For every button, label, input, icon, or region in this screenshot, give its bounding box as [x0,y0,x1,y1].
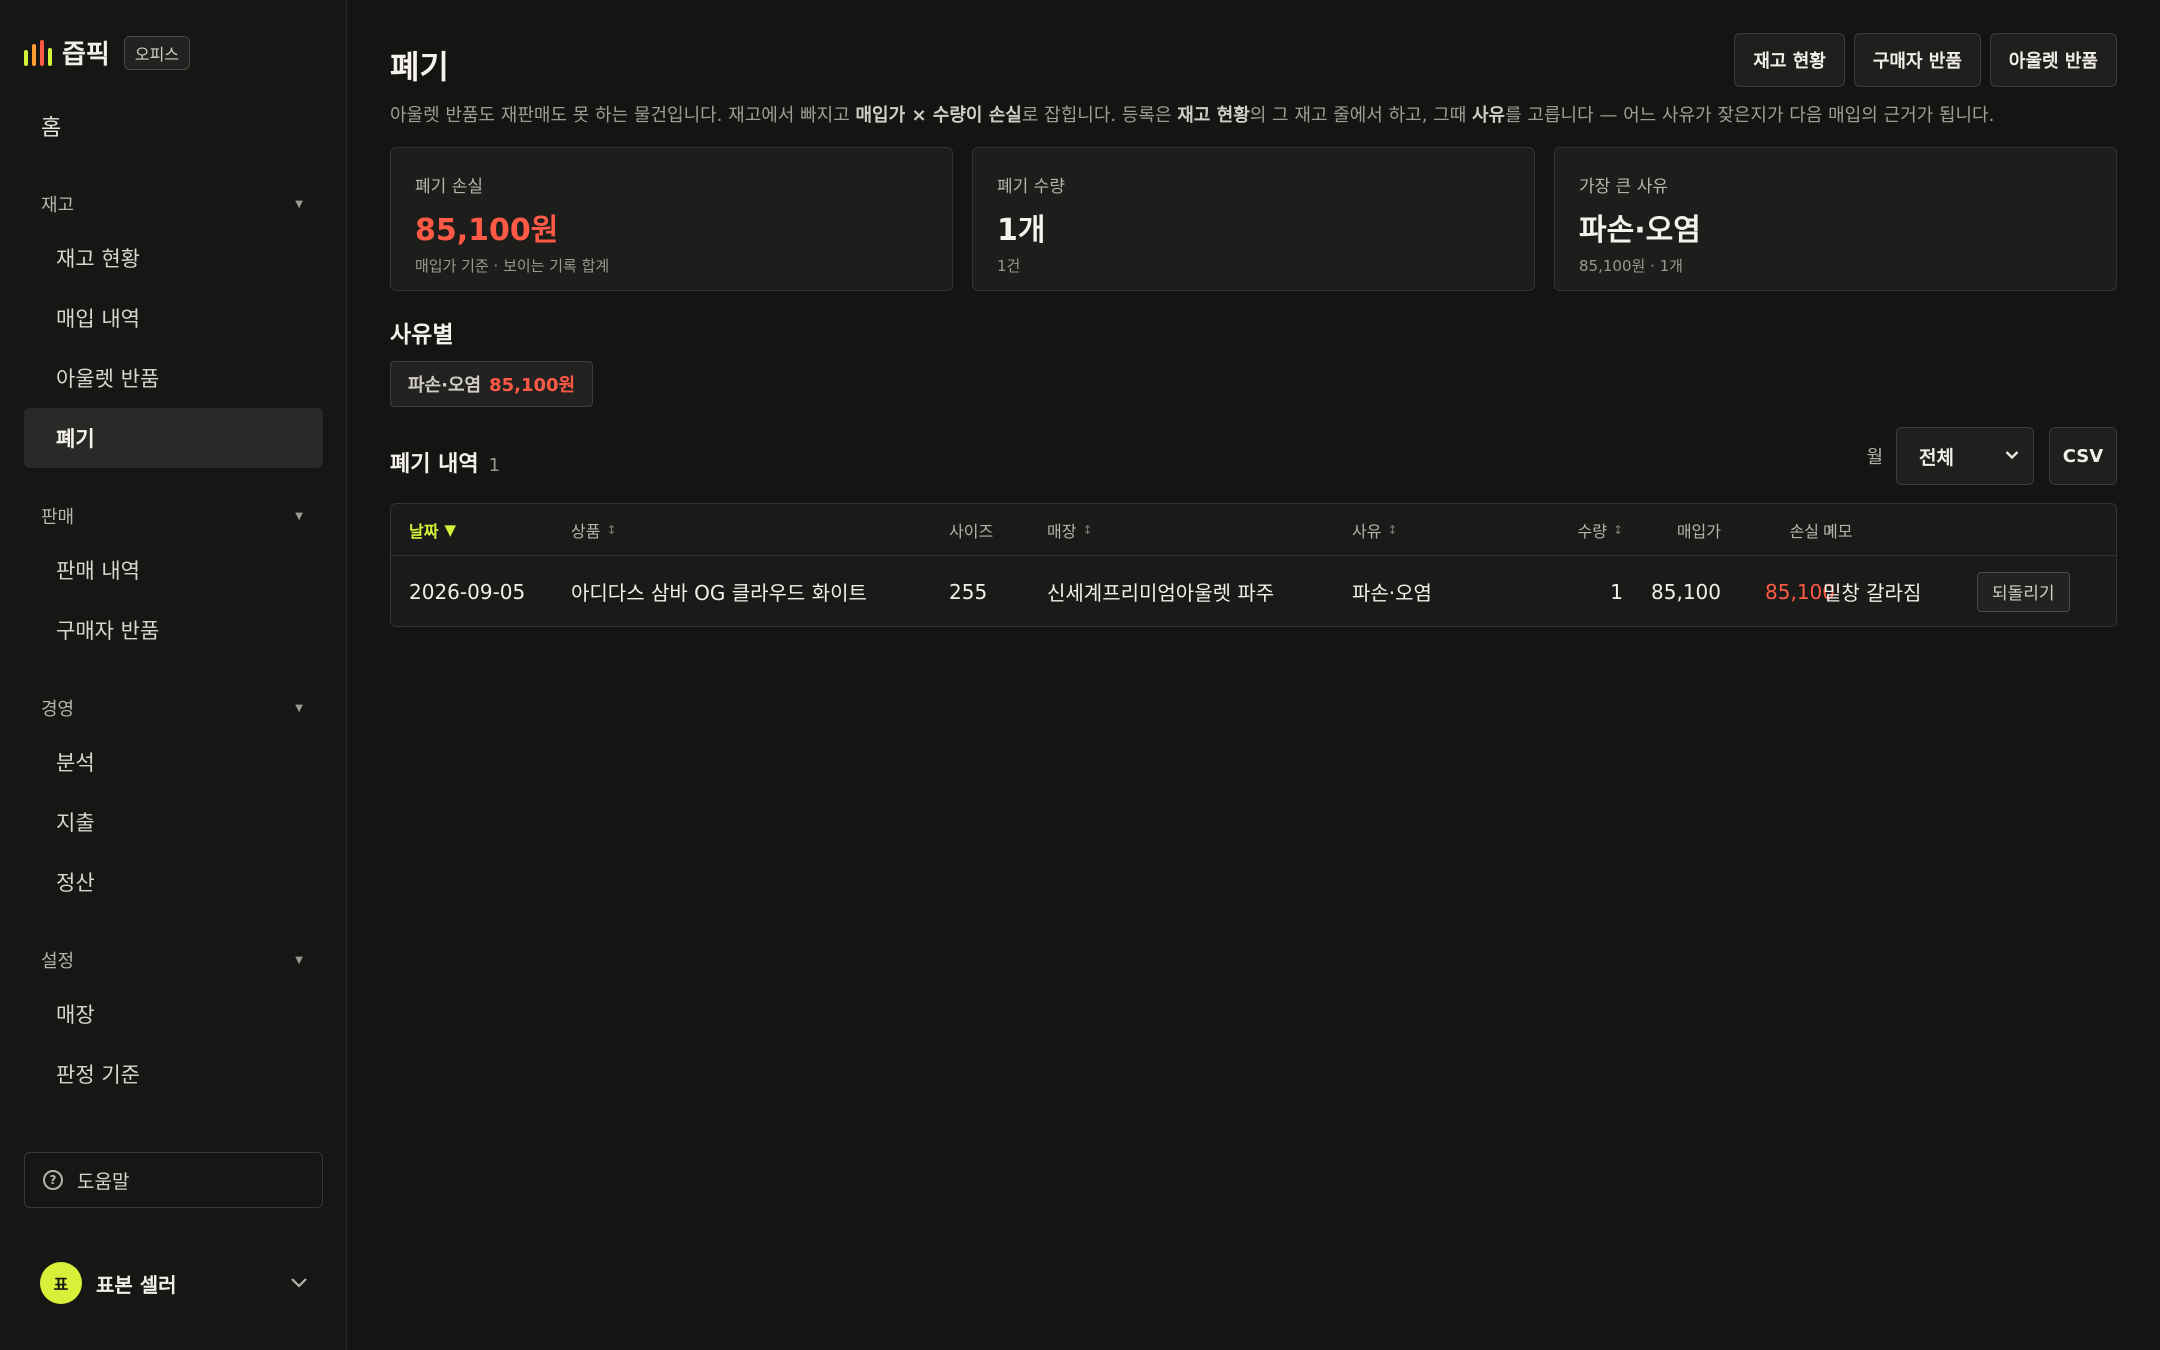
header-actions: 재고 현황 구매자 반품 아울렛 반품 [1734,33,2117,87]
cell-store: 신세계프리미엄아울렛 파주 [1047,581,1275,605]
month-select-value: 전체 [1919,446,1954,469]
column-reason[interactable]: 사유 ↕ [1352,504,1398,555]
column-store[interactable]: 매장 ↕ [1047,504,1093,555]
undo-button[interactable]: 되돌리기 [1977,571,2070,612]
sidebar-section-management[interactable]: 경영 ▼ [41,695,303,721]
summary-cards: 폐기 손실 85,100원 매입가 기준 · 보이는 기록 합계 폐기 수량 1… [390,147,2117,291]
card-label: 폐기 수량 [997,177,1065,197]
sidebar-item-disposal[interactable]: 폐기 [24,408,323,468]
list-title: 폐기 내역 1 [390,452,501,477]
row-actions: 되돌리기 [1977,556,2070,627]
sort-icon: ↕ [1082,522,1093,537]
chevron-down-icon [2005,448,2019,464]
card-subtext: 85,100원 · 1개 [1579,257,1683,275]
card-label: 폐기 손실 [415,177,483,197]
column-date[interactable]: 날짜 ▼ [409,504,456,555]
sidebar-item-purchases[interactable]: 매입 내역 [24,288,323,348]
column-memo: 메모 [1823,521,1853,541]
sidebar-section-settings[interactable]: 설정 ▼ [41,947,303,973]
inventory-status-button[interactable]: 재고 현황 [1734,33,1845,87]
sidebar-section-label: 경영 [41,699,75,720]
card-subtext: 1건 [997,257,1021,275]
reason-chip-label: 파손·오염 [408,375,482,396]
loss-card: 폐기 손실 85,100원 매입가 기준 · 보이는 기록 합계 [390,147,953,291]
month-filter: 월 전체 CSV [1866,427,2117,485]
buyer-returns-button[interactable]: 구매자 반품 [1853,33,1981,87]
disposal-table: 날짜 ▼ 상품 ↕ 사이즈 매장 ↕ 사유 ↕ 수량 ↕ 매입가 손실 ↕ 메모 2026-… [390,503,2117,627]
column-loss[interactable]: 손실 ↕ [1741,504,1835,555]
cell-product: 아디다스 삼바 OG 클라우드 화이트 [571,581,867,605]
cell-memo: 밑창 갈라짐 [1823,581,1922,605]
caret-down-icon: ▼ [295,198,303,210]
column-quantity[interactable]: 수량 ↕ [1491,504,1623,555]
card-label: 가장 큰 사유 [1579,177,1669,197]
list-count: 1 [488,455,501,476]
sidebar-section-sales[interactable]: 판매 ▼ [41,503,303,529]
sort-icon: ↕ [606,522,617,537]
sidebar-item-outlet-returns[interactable]: 아울렛 반품 [24,348,323,408]
caret-down-icon: ▼ [295,954,303,966]
top-reason-card: 가장 큰 사유 파손·오염 85,100원 · 1개 [1554,147,2117,291]
cell-date: 2026-09-05 [409,579,526,604]
caret-down-icon: ▼ [295,702,303,714]
outlet-returns-button[interactable]: 아울렛 반품 [1989,33,2117,87]
sidebar-section-inventory[interactable]: 재고 ▼ [41,191,303,217]
user-name: 표본 셀러 [96,1272,177,1297]
sort-icon: ↕ [1612,522,1623,537]
sidebar: 즙픽 오피스 홈 재고 ▼ 재고 현황 매입 내역 아울렛 반품 폐기 판매 ▼… [0,0,347,1350]
page-title: 폐기 [390,48,449,86]
cell-cost: 85,100 [1651,579,1721,604]
brand-badge: 오피스 [123,35,191,70]
help-button[interactable]: ? 도움말 [24,1152,323,1208]
brand-name: 즙픽 [62,40,110,70]
sidebar-item-analysis[interactable]: 분석 [24,732,323,792]
sort-icon: ↕ [1387,522,1398,537]
sidebar-item-stores[interactable]: 매장 [24,984,323,1044]
main-content: 폐기 재고 현황 구매자 반품 아울렛 반품 아울렛 반품도 재판매도 못 하는… [348,0,2160,1350]
table-header: 날짜 ▼ 상품 ↕ 사이즈 매장 ↕ 사유 ↕ 수량 ↕ 매입가 손실 ↕ 메모 [391,504,2116,556]
cell-reason: 파손·오염 [1352,581,1432,605]
column-size: 사이즈 [949,521,994,541]
column-product[interactable]: 상품 ↕ [571,504,617,555]
help-label: 도움말 [77,1170,130,1193]
card-value: 1개 [997,213,1046,248]
avatar: 표 [40,1262,82,1304]
table-row: 2026-09-05 아디다스 삼바 OG 클라우드 화이트 255 신세계프리… [391,556,2116,627]
sidebar-section-label: 설정 [41,951,75,972]
sidebar-section-label: 판매 [41,507,75,528]
by-reason-title: 사유별 [390,322,454,348]
reason-chip[interactable]: 파손·오염 85,100원 [390,361,594,407]
sidebar-item-criteria[interactable]: 판정 기준 [24,1044,323,1104]
reason-chip-amount: 85,100원 [489,375,576,396]
column-cost: 매입가 [1676,521,1721,541]
csv-export-button[interactable]: CSV [2049,427,2117,485]
sidebar-item-buyer-returns[interactable]: 구매자 반품 [24,600,323,660]
card-value: 85,100원 [415,213,559,248]
page-description: 아울렛 반품도 재판매도 못 하는 물건입니다. 재고에서 빠지고 매입가 × … [390,105,1995,126]
month-select[interactable]: 전체 [1896,427,2034,485]
quantity-card: 폐기 수량 1개 1건 [972,147,1535,291]
card-value: 파손·오염 [1579,213,1701,248]
sidebar-section-label: 재고 [41,195,75,216]
cell-quantity: 1 [1610,579,1623,604]
chevron-down-icon [290,1273,308,1294]
sidebar-item-expenses[interactable]: 지출 [24,792,323,852]
sidebar-item-inventory-status[interactable]: 재고 현황 [24,228,323,288]
caret-down-icon: ▼ [295,510,303,522]
help-icon: ? [43,1170,63,1190]
card-subtext: 매입가 기준 · 보이는 기록 합계 [415,257,610,275]
brand[interactable]: 즙픽 오피스 [24,34,191,71]
cell-loss: 85,100 [1765,579,1835,604]
user-menu[interactable]: 표 표본 셀러 [40,1262,308,1304]
sidebar-item-sales[interactable]: 판매 내역 [24,540,323,600]
logo-icon [24,39,52,66]
sidebar-item-home[interactable]: 홈 [41,110,61,142]
month-filter-label: 월 [1866,447,1883,468]
sort-desc-icon: ▼ [444,520,456,539]
sidebar-item-settlement[interactable]: 정산 [24,852,323,912]
cell-size: 255 [949,579,988,604]
